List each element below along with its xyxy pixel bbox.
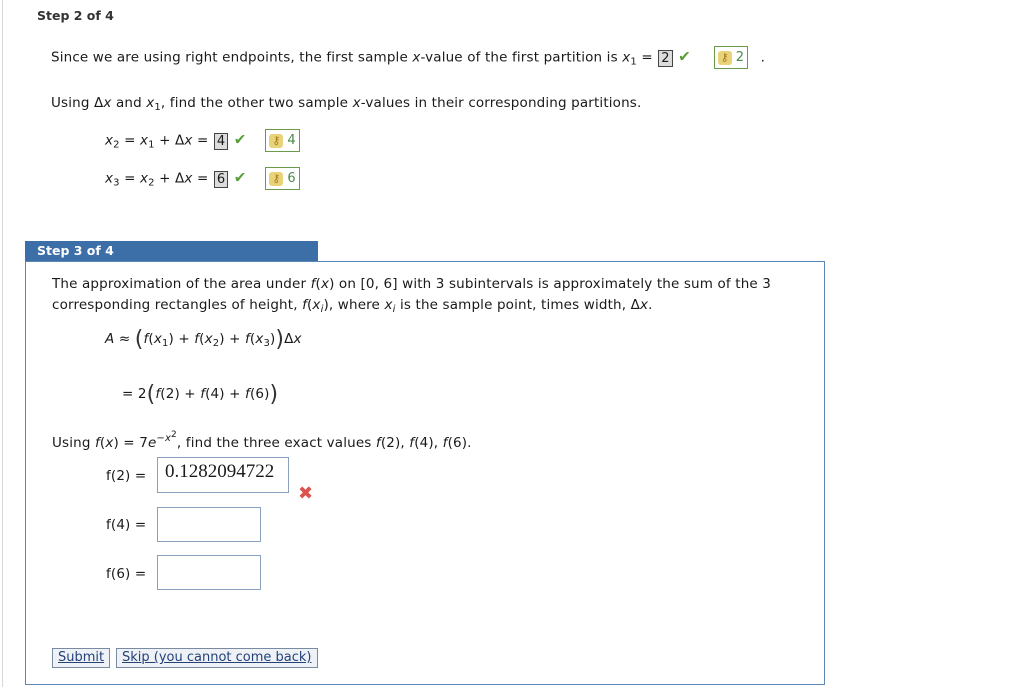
x1-answer-box: 2 (658, 49, 673, 67)
text: is the sample point, times width, Δ (395, 297, 640, 313)
text: . (648, 297, 653, 313)
var: x (320, 276, 330, 292)
step3-paragraph-line1: The approximation of the area under f(x)… (52, 276, 771, 292)
text: Using Δ (51, 95, 104, 111)
text: corresponding rectangles of height, (52, 297, 303, 313)
answer-key-x1[interactable]: ⚷ 2 (713, 46, 749, 69)
text: and (111, 95, 147, 111)
skip-button[interactable]: Skip (you cannot come back) (116, 648, 318, 668)
step2-first-sample-sentence: Since we are using right endpoints, the … (51, 46, 765, 69)
var: x (312, 297, 321, 313)
text: Using (52, 435, 95, 451)
answer-key-x3[interactable]: ⚷ 6 (265, 167, 300, 190)
incorrect-x-icon: ✖ (298, 483, 314, 504)
text: , find the three exact values (176, 435, 376, 451)
period: . (760, 49, 766, 66)
text: + Δ (154, 132, 185, 149)
text: ) = 7 (113, 435, 148, 451)
x2-answer-box: 4 (213, 132, 229, 150)
var: x (639, 297, 649, 313)
exp: −x (156, 433, 172, 444)
text: = (192, 132, 213, 149)
var: x (384, 297, 393, 313)
step2-header: Step 2 of 4 (37, 8, 114, 23)
f6-input[interactable] (157, 555, 261, 590)
check-icon: ✔ (233, 130, 247, 149)
text: The approximation of the area under (52, 276, 311, 292)
var: x (140, 132, 149, 149)
check-icon: ✔ (678, 47, 691, 66)
answer-key-x2[interactable]: ⚷ 4 (265, 129, 300, 152)
step2-instructions: Using Δx and x1, find the other two samp… (51, 95, 641, 113)
sub: 2 (113, 139, 120, 151)
var: A (105, 331, 115, 347)
submit-button[interactable]: Submit (52, 648, 111, 668)
check-icon: ✔ (233, 168, 247, 187)
var: x (140, 170, 149, 187)
text: Since we are using right endpoints, the … (51, 49, 413, 66)
left-border (2, 0, 3, 687)
sub: 1 (630, 56, 637, 68)
key-icon: ⚷ (269, 134, 284, 148)
f2-label: f(2) = (106, 468, 147, 484)
key-icon: ⚷ (269, 172, 284, 186)
step3-paragraph-line2: corresponding rectangles of height, f(xi… (52, 297, 653, 315)
var: x (105, 132, 114, 149)
var: x (352, 95, 361, 111)
text: ≈ (118, 331, 131, 347)
x3-answer-box: 6 (213, 170, 229, 188)
key-value: 6 (287, 171, 296, 186)
text: = (192, 170, 213, 187)
equals: = (641, 49, 658, 66)
x2-equation: x2 = x1 + Δx = 4 ✔ ⚷ 4 (105, 129, 300, 152)
text: -value of the first partition is (420, 49, 623, 66)
step3-header: Step 3 of 4 (25, 241, 318, 261)
text: -values in their corresponding partition… (360, 95, 642, 111)
x3-equation: x3 = x2 + Δx = 6 ✔ ⚷ 6 (105, 167, 300, 190)
text: + Δ (154, 170, 185, 187)
f2-input[interactable]: 0.1282094722 (157, 457, 289, 493)
var: x (184, 132, 193, 149)
key-value: 2 (735, 50, 745, 65)
var: x (184, 170, 193, 187)
text: , find the other two sample (160, 95, 353, 111)
key-value: 4 (287, 133, 296, 148)
sub: 3 (113, 177, 120, 189)
f4-label: f(4) = (106, 517, 147, 533)
text: ) on [0, 6] with 3 subintervals is appro… (329, 276, 772, 292)
text: ), where (323, 297, 385, 313)
var: x (105, 170, 114, 187)
step3-using-function: Using f(x) = 7e−x2, find the three exact… (52, 430, 472, 451)
f6-label: f(6) = (106, 566, 147, 582)
f4-input[interactable] (157, 507, 261, 542)
area-approximation: A ≈ (f(x1) + f(x2) + f(x3))Δx (105, 327, 302, 352)
var: x (103, 95, 112, 111)
key-icon: ⚷ (717, 51, 732, 65)
area-substitution: = 2(f(2) + f(4) + f(6)) (122, 382, 279, 407)
